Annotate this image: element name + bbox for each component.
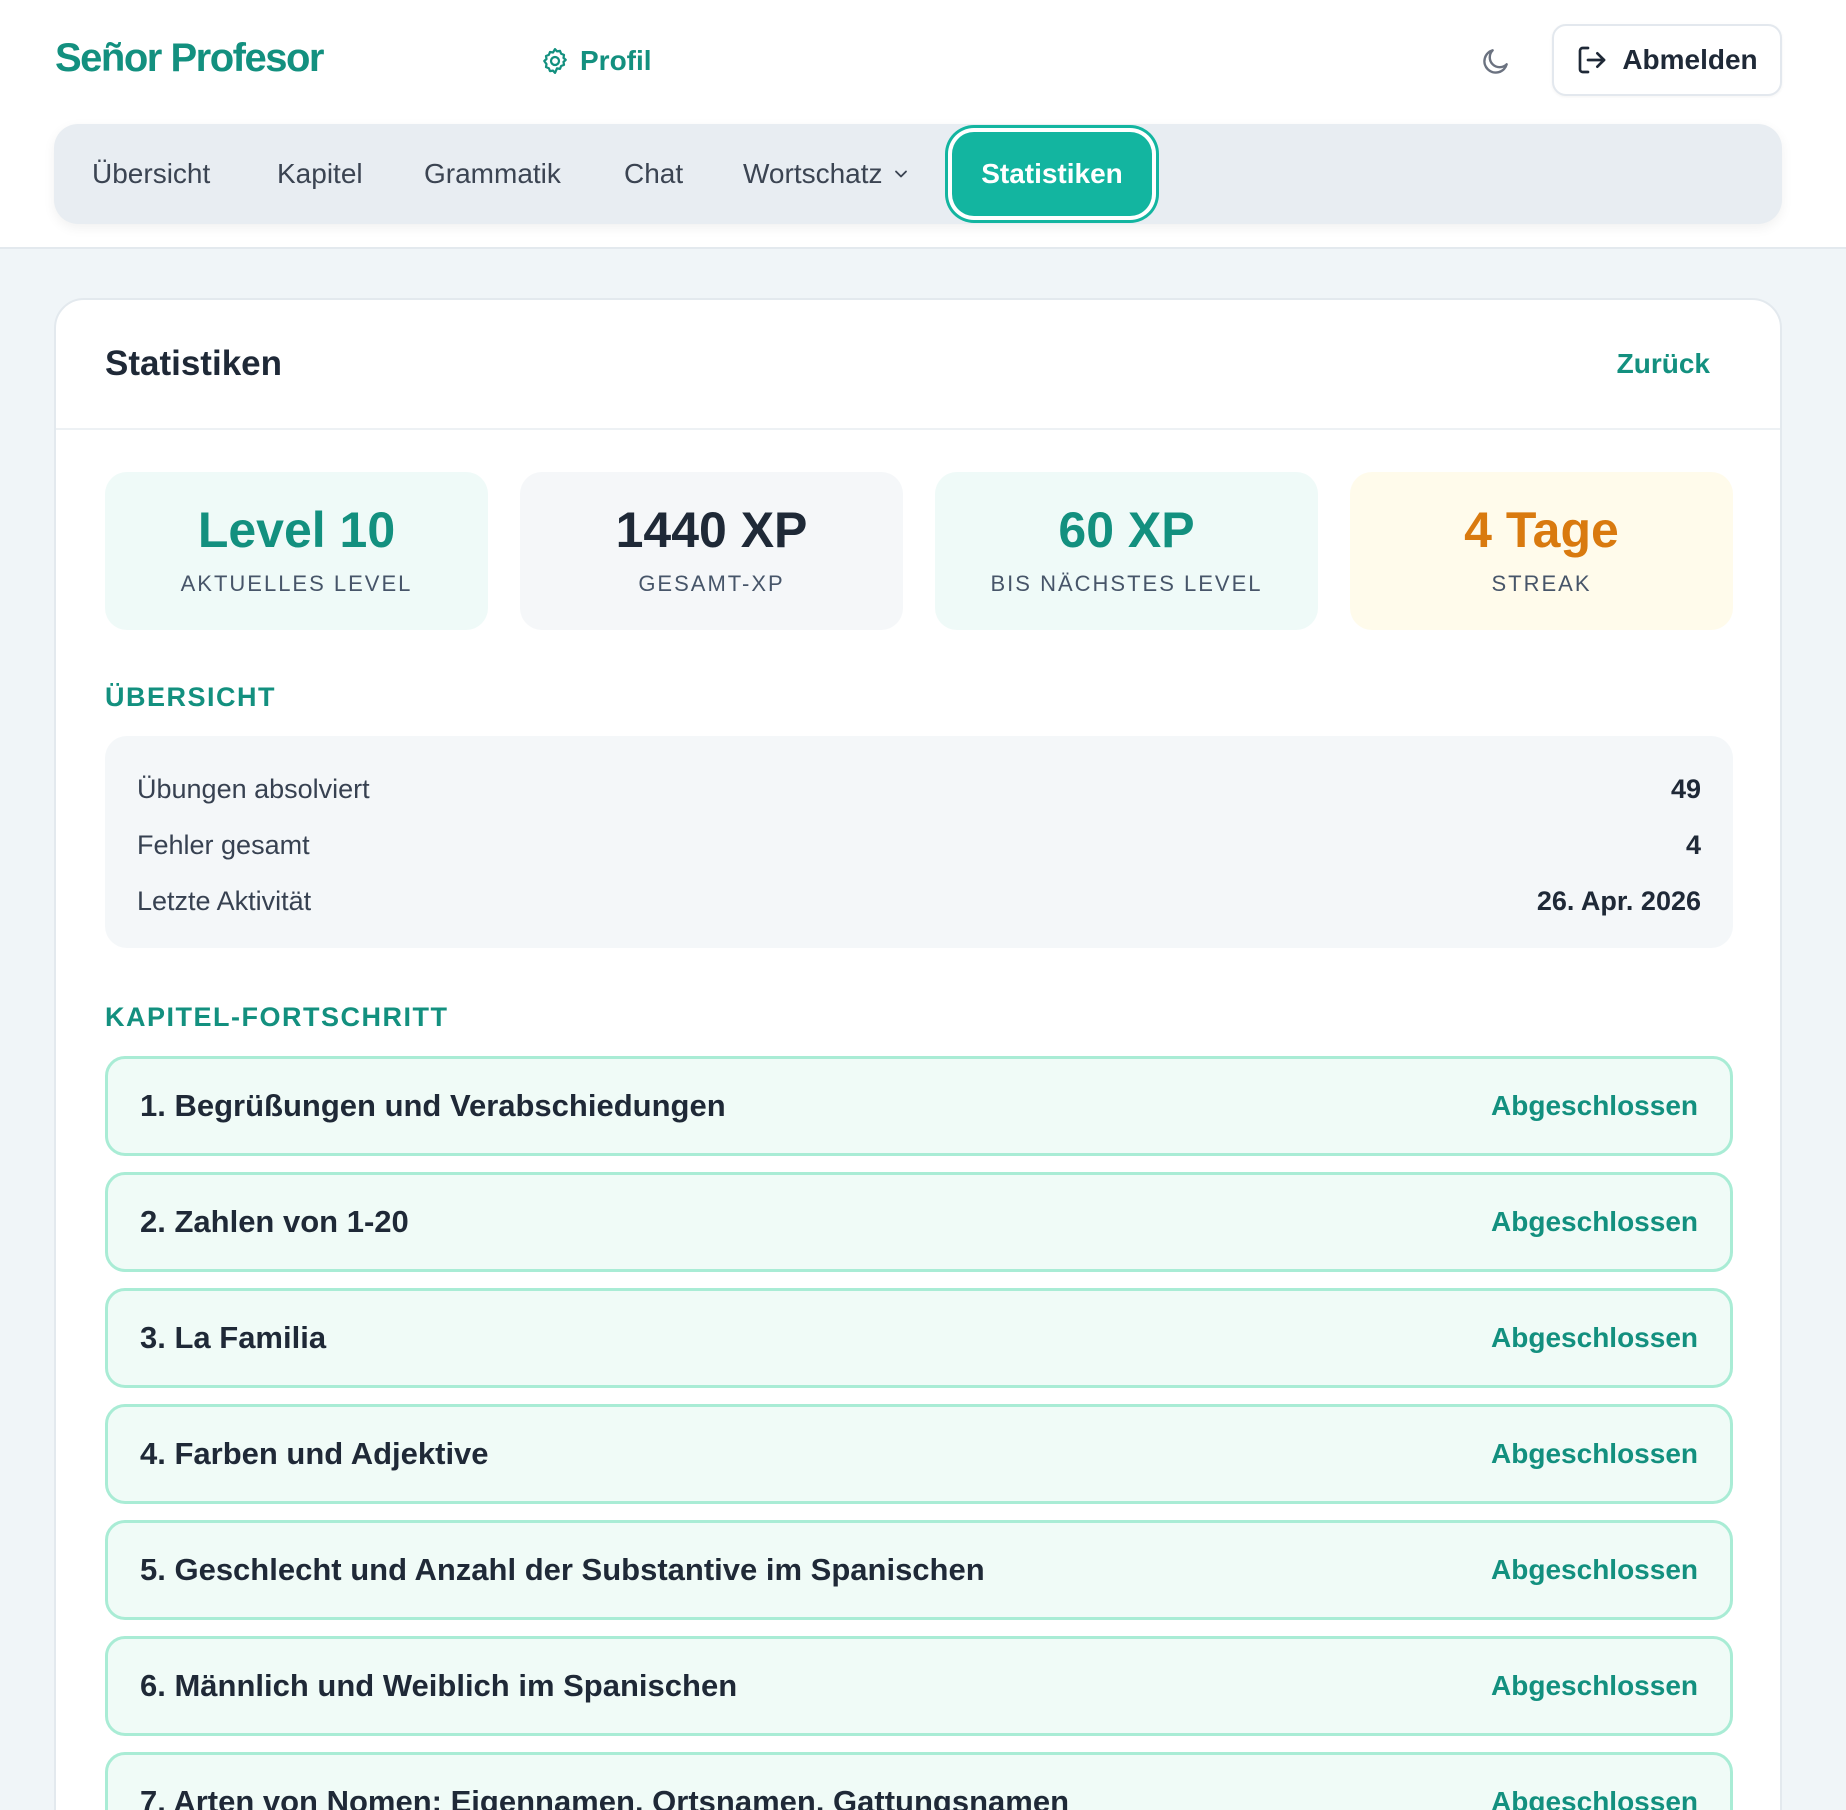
chapter-title: 3. La Familia <box>140 1320 327 1355</box>
chapter-title: 1. Begrüßungen und Verabschiedungen <box>140 1088 726 1123</box>
chapter-item[interactable]: 1. Begrüßungen und Verabschiedungen Abge… <box>105 1056 1733 1156</box>
chapter-title: 5. Geschlecht und Anzahl der Substantive… <box>140 1552 985 1587</box>
total-xp-tile: 1440 XP GESAMT-XP <box>520 472 903 630</box>
chapter-item[interactable]: 5. Geschlecht und Anzahl der Substantive… <box>105 1520 1733 1620</box>
chapter-title: 7. Arten von Nomen: Eigennamen, Ortsname… <box>140 1784 1070 1810</box>
moon-icon <box>1483 49 1508 74</box>
chapter-status: Abgeschlossen <box>1491 1090 1698 1121</box>
gear-icon <box>543 48 567 74</box>
chapter-title: 4. Farben und Adjektive <box>140 1436 489 1471</box>
level-tile: Level 10 AKTUELLES LEVEL <box>105 472 488 630</box>
nav-item-grammatik[interactable]: Grammatik <box>424 124 561 224</box>
chapter-status: Abgeschlossen <box>1491 1438 1698 1469</box>
nav-item-statistiken[interactable]: Statistiken <box>952 132 1152 216</box>
chapter-status: Abgeschlossen <box>1491 1206 1698 1237</box>
chapter-status: Abgeschlossen <box>1491 1554 1698 1585</box>
page-title: Statistiken <box>105 344 282 383</box>
nav-item-kapitel[interactable]: Kapitel <box>277 124 363 224</box>
chevron-down-icon <box>894 170 907 178</box>
logout-label: Abmelden <box>1622 44 1758 75</box>
chapter-title: 2. Zahlen von 1-20 <box>140 1204 409 1239</box>
stats-tiles: Level 10 AKTUELLES LEVEL 1440 XP GESAMT-… <box>105 472 1733 630</box>
chapter-progress-heading: KAPITEL-FORTSCHRITT <box>105 1002 449 1032</box>
logout-icon <box>1578 46 1606 74</box>
brand-logo[interactable]: Señor Profesor <box>55 36 324 81</box>
nav-item-wortschatz-label: Wortschatz <box>743 158 883 189</box>
nav-item-uebersicht[interactable]: Übersicht <box>92 124 210 224</box>
logout-button[interactable]: Abmelden <box>1552 24 1782 96</box>
statistics-card: Statistiken Zurück Level 10 AKTUELLES LE… <box>54 298 1782 1810</box>
level-label: AKTUELLES LEVEL <box>180 571 413 596</box>
overview-row-label: Übungen absolviert <box>137 773 370 804</box>
overview-row-label: Fehler gesamt <box>137 829 310 860</box>
next-level-value: 60 XP <box>1058 502 1195 558</box>
chapter-item[interactable]: 2. Zahlen von 1-20 Abgeschlossen <box>105 1172 1733 1272</box>
chapter-item[interactable]: 7. Arten von Nomen: Eigennamen, Ortsname… <box>105 1752 1733 1810</box>
overview-row-value: 26. Apr. 2026 <box>1536 885 1701 916</box>
main-nav: Übersicht Kapitel Grammatik Chat Wortsch… <box>54 124 1782 224</box>
chapter-title: 6. Männlich und Weiblich im Spanischen <box>140 1668 738 1703</box>
overview-row: Letzte Aktivität 26. Apr. 2026 <box>137 881 1701 921</box>
profile-link[interactable]: Profil <box>540 40 652 82</box>
streak-value: 4 Tage <box>1464 502 1619 558</box>
overview-row: Übungen absolviert 49 <box>137 769 1701 809</box>
chapter-status: Abgeschlossen <box>1491 1322 1698 1353</box>
streak-label: STREAK <box>1491 571 1592 596</box>
overview-row-value: 4 <box>1685 829 1701 860</box>
total-xp-value: 1440 XP <box>615 502 808 558</box>
overview-row: Fehler gesamt 4 <box>137 825 1701 865</box>
chapter-status: Abgeschlossen <box>1491 1786 1698 1810</box>
overview-row-label: Letzte Aktivität <box>137 885 312 916</box>
nav-item-wortschatz[interactable]: Wortschatz <box>743 124 911 224</box>
theme-toggle-button[interactable] <box>1477 42 1515 80</box>
chapter-status: Abgeschlossen <box>1491 1670 1698 1701</box>
back-link[interactable]: Zurück <box>1617 348 1710 380</box>
next-level-tile: 60 XP BIS NÄCHSTES LEVEL <box>935 472 1318 630</box>
next-level-label: BIS NÄCHSTES LEVEL <box>990 571 1263 596</box>
overview-box: Übungen absolviert 49 Fehler gesamt 4 Le… <box>105 736 1733 948</box>
chapter-item[interactable]: 6. Männlich und Weiblich im Spanischen A… <box>105 1636 1733 1736</box>
top-bar: Señor Profesor Profil Abmelden Übersicht… <box>0 0 1846 249</box>
streak-tile: 4 Tage STREAK <box>1350 472 1733 630</box>
profile-label: Profil <box>580 45 652 76</box>
card-header: Statistiken Zurück <box>56 300 1780 430</box>
level-value: Level 10 <box>197 502 396 558</box>
overview-row-value: 49 <box>1670 773 1701 804</box>
overview-heading: ÜBERSICHT <box>105 682 277 712</box>
chapter-item[interactable]: 4. Farben und Adjektive Abgeschlossen <box>105 1404 1733 1504</box>
nav-item-chat[interactable]: Chat <box>624 124 683 224</box>
chapter-item[interactable]: 3. La Familia Abgeschlossen <box>105 1288 1733 1388</box>
total-xp-label: GESAMT-XP <box>638 571 785 596</box>
